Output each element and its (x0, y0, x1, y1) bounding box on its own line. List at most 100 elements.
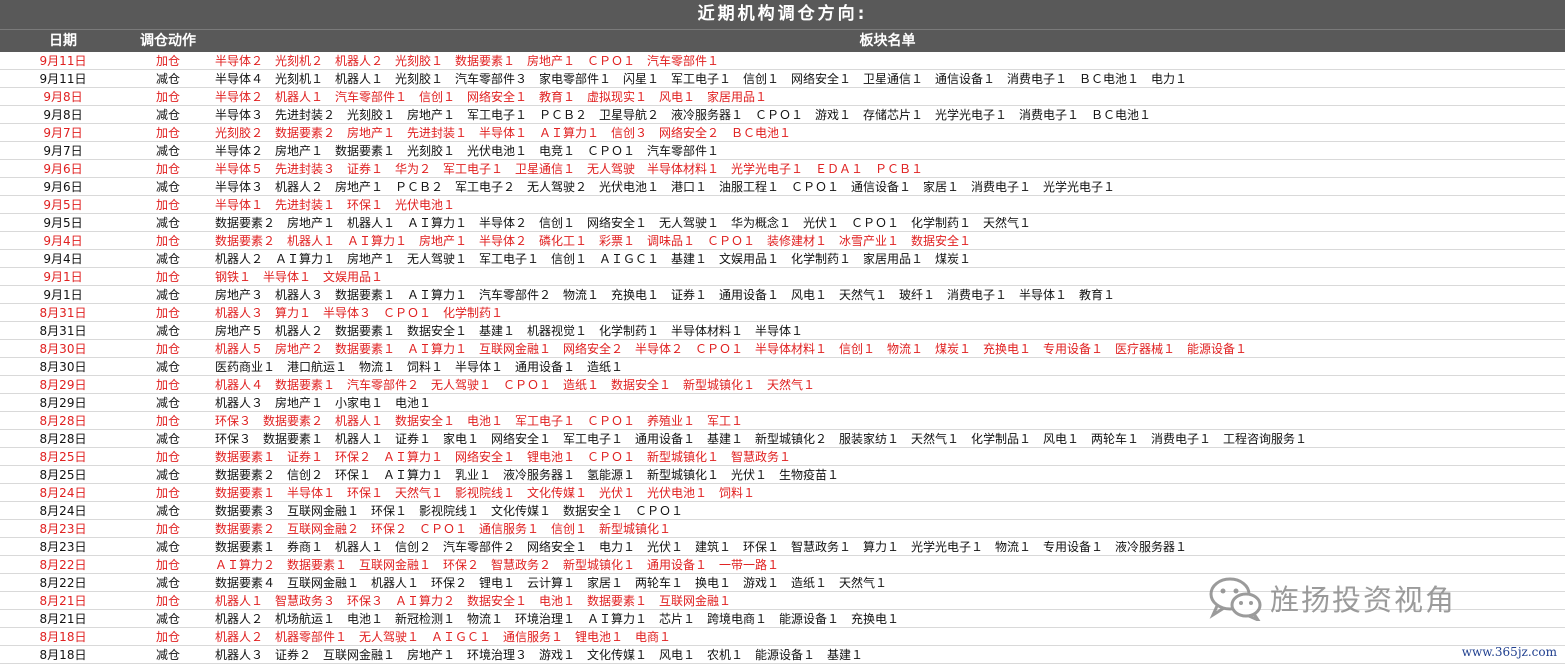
row-sectors: 数据要素２ 机器人１ ＡＩ算力１ 房地产１ 半导体２ 磷化工１ 彩票１ 调味品１… (215, 234, 972, 248)
row-action: 减仓 (155, 216, 180, 230)
row-action: 加仓 (155, 306, 180, 320)
table-row: 9月11日 加仓 半导体２ 光刻机２ 机器人２ 光刻胶１ 数据要素１ 房地产１ ＣＰ… (0, 52, 1565, 70)
table-row: 8月18日 加仓 机器人２ 机器零部件１ 无人驾驶１ ＡＩＧＣ１ 通信服务１ 锂电池… (0, 628, 1565, 646)
row-date: 9月5日 (43, 198, 83, 212)
row-action: 减仓 (155, 648, 180, 662)
row-sectors: 医药商业１ 港口航运１ 物流１ 饲料１ 半导体１ 通用设备１ 造纸１ (215, 360, 624, 374)
row-sectors: 环保３ 数据要素１ 机器人１ 证券１ 家电１ 网络安全１ 军工电子１ 通用设备１… (215, 432, 1308, 446)
row-date: 8月22日 (39, 558, 87, 572)
row-action: 加仓 (155, 270, 180, 284)
watermark-text: 旌扬投资视角 (1270, 583, 1457, 617)
row-sectors: 数据要素１ 证券１ 环保２ ＡＩ算力１ 网络安全１ 锂电池１ ＣＰＯ１ 新型城镇… (215, 450, 792, 464)
row-action: 加仓 (155, 342, 180, 356)
row-date: 8月23日 (39, 540, 87, 554)
row-sectors: 半导体２ 房地产１ 数据要素１ 光刻胶１ 光伏电池１ 电竞１ ＣＰＯ１ 汽车零部… (215, 144, 720, 158)
row-sectors: 机器人２ 机器零部件１ 无人驾驶１ ＡＩＧＣ１ 通信服务１ 锂电池１ 电商１ (215, 630, 672, 644)
row-sectors: 钢铁１ 半导体１ 文娱用品１ (215, 270, 384, 284)
row-sectors: 房地产５ 机器人２ 数据要素１ 数据安全１ 基建１ 机器视觉１ 化学制药１ 半导… (215, 324, 804, 338)
row-date: 8月22日 (39, 576, 87, 590)
row-action: 加仓 (155, 414, 180, 428)
row-action: 加仓 (155, 198, 180, 212)
row-action: 减仓 (155, 360, 180, 374)
row-sectors: 机器人２ ＡＩ算力１ 房地产１ 无人驾驶１ 军工电子１ 信创１ ＡＩＧＣ１ 基建… (215, 252, 972, 266)
row-action: 加仓 (155, 594, 180, 608)
row-action: 减仓 (155, 144, 180, 158)
table-row: 9月5日 减仓 数据要素２ 房地产１ 机器人１ ＡＩ算力１ 半导体２ 信创１ 网络安… (0, 214, 1565, 232)
row-sectors: 半导体５ 先进封装３ 证券１ 华为２ 军工电子１ 卫星通信１ 无人驾驶 半导体材… (215, 162, 924, 176)
row-date: 8月25日 (39, 468, 87, 482)
row-action: 加仓 (155, 522, 180, 536)
row-action: 加仓 (155, 90, 180, 104)
row-action: 减仓 (155, 324, 180, 338)
row-sectors: 机器人３ 房地产１ 小家电１ 电池１ (215, 396, 432, 410)
table-row: 9月7日 加仓 光刻胶２ 数据要素２ 房地产１ 先进封装１ 半导体１ ＡＩ算力１ 信… (0, 124, 1565, 142)
row-action: 加仓 (155, 126, 180, 140)
row-action: 减仓 (155, 504, 180, 518)
row-sectors: 半导体２ 光刻机２ 机器人２ 光刻胶１ 数据要素１ 房地产１ ＣＰＯ１ 汽车零部… (215, 54, 720, 68)
table-row: 9月4日 减仓 机器人２ ＡＩ算力１ 房地产１ 无人驾驶１ 军工电子１ 信创１ ＡＩ… (0, 250, 1565, 268)
table-row: 9月5日 加仓 半导体１ 先进封装１ 环保１ 光伏电池１ (0, 196, 1565, 214)
table-row: 9月8日 加仓 半导体２ 机器人１ 汽车零部件１ 信创１ 网络安全１ 教育１ 虚拟现… (0, 88, 1565, 106)
row-date: 8月24日 (39, 504, 87, 518)
table-row: 8月29日 减仓 机器人３ 房地产１ 小家电１ 电池１ (0, 394, 1565, 412)
table-row: 9月1日 减仓 房地产３ 机器人３ 数据要素１ ＡＩ算力１ 汽车零部件２ 物流１ 充… (0, 286, 1565, 304)
row-sectors: 半导体４ 光刻机１ 机器人１ 光刻胶１ 汽车零部件３ 家电零部件１ 闪星１ 军工… (215, 72, 1188, 86)
row-sectors: 数据要素２ 互联网金融２ 环保２ ＣＰＯ１ 通信服务１ 信创１ 新型城镇化１ (215, 522, 672, 536)
row-date: 8月23日 (39, 522, 87, 536)
watermark: 旌扬投资视角 (1208, 573, 1456, 623)
table-row: 8月22日 加仓 ＡＩ算力２ 数据要素１ 互联网金融１ 环保２ 智慧政务２ 新型城镇… (0, 556, 1565, 574)
header-action: 调仓动作 (140, 33, 196, 49)
table-row: 8月24日 加仓 数据要素１ 半导体１ 环保１ 天然气１ 影视院线１ 文化传媒１ 光… (0, 484, 1565, 502)
table-row: 8月25日 加仓 数据要素１ 证券１ 环保２ ＡＩ算力１ 网络安全１ 锂电池１ ＣＰ… (0, 448, 1565, 466)
row-date: 8月18日 (39, 648, 87, 662)
row-date: 9月4日 (43, 252, 83, 266)
table-row: 8月23日 减仓 数据要素１ 券商１ 机器人１ 信创２ 汽车零部件２ 网络安全１ 电… (0, 538, 1565, 556)
row-action: 减仓 (155, 252, 180, 266)
row-action: 减仓 (155, 396, 180, 410)
row-date: 9月1日 (43, 270, 83, 284)
row-date: 9月11日 (39, 54, 87, 68)
table-row: 8月24日 减仓 数据要素３ 互联网金融１ 环保１ 影视院线１ 文化传媒１ 数据安全… (0, 502, 1565, 520)
table-row: 9月11日 减仓 半导体４ 光刻机１ 机器人１ 光刻胶１ 汽车零部件３ 家电零部件１… (0, 70, 1565, 88)
row-date: 8月18日 (39, 630, 87, 644)
row-date: 8月30日 (39, 360, 87, 374)
row-sectors: 半导体３ 机器人２ 房地产１ ＰＣＢ２ 军工电子２ 无人驾驶２ 光伏电池１ 港口… (215, 180, 1116, 194)
table-row: 9月4日 加仓 数据要素２ 机器人１ ＡＩ算力１ 房地产１ 半导体２ 磷化工１ 彩票… (0, 232, 1565, 250)
row-date: 8月29日 (39, 396, 87, 410)
row-action: 减仓 (155, 108, 180, 122)
table-row: 9月7日 减仓 半导体２ 房地产１ 数据要素１ 光刻胶１ 光伏电池１ 电竞１ ＣＰＯ… (0, 142, 1565, 160)
header-date: 日期 (49, 33, 77, 49)
row-date: 8月30日 (39, 342, 87, 356)
row-date: 9月11日 (39, 72, 87, 86)
row-action: 加仓 (155, 162, 180, 176)
row-action: 减仓 (155, 288, 180, 302)
row-sectors: 机器人３ 证券２ 互联网金融１ 房地产１ 环境治理３ 游戏１ 文化传媒１ 风电１… (215, 648, 864, 662)
table-header: 日期 调仓动作 板块名单 (0, 29, 1565, 52)
row-date: 9月7日 (43, 126, 83, 140)
row-sectors: 环保３ 数据要素２ 机器人１ 数据安全１ 电池１ 军工电子１ ＣＰＯ１ 养殖业１… (215, 414, 744, 428)
row-action: 加仓 (155, 558, 180, 572)
row-sectors: 机器人４ 数据要素１ 汽车零部件２ 无人驾驶１ ＣＰＯ１ 造纸１ 数据安全１ 新… (215, 378, 816, 392)
row-date: 8月25日 (39, 450, 87, 464)
table-row: 9月6日 减仓 半导体３ 机器人２ 房地产１ ＰＣＢ２ 军工电子２ 无人驾驶２ 光伏… (0, 178, 1565, 196)
row-date: 8月28日 (39, 414, 87, 428)
row-action: 减仓 (155, 72, 180, 86)
header-sectors: 板块名单 (859, 33, 916, 49)
row-action: 减仓 (155, 540, 180, 554)
row-date: 9月8日 (43, 108, 83, 122)
wechat-icon (1209, 577, 1262, 621)
row-date: 9月6日 (43, 180, 83, 194)
row-action: 加仓 (155, 630, 180, 644)
table-row: 9月8日 减仓 半导体３ 先进封装２ 光刻胶１ 房地产１ 军工电子１ ＰＣＢ２ 卫星… (0, 106, 1565, 124)
row-sectors: 半导体２ 机器人１ 汽车零部件１ 信创１ 网络安全１ 教育１ 虚拟现实１ 风电１… (215, 90, 768, 104)
page-title: 近期机构调仓方向: (0, 0, 1565, 29)
row-sectors: ＡＩ算力２ 数据要素１ 互联网金融１ 环保２ 智慧政务２ 新型城镇化１ 通用设备… (215, 558, 780, 572)
row-action: 减仓 (155, 180, 180, 194)
row-action: 加仓 (155, 486, 180, 500)
row-action: 加仓 (155, 450, 180, 464)
row-action: 减仓 (155, 432, 180, 446)
table-row: 8月28日 加仓 环保３ 数据要素２ 机器人１ 数据安全１ 电池１ 军工电子１ ＣＰ… (0, 412, 1565, 430)
row-date: 9月1日 (43, 288, 83, 302)
row-action: 减仓 (155, 612, 180, 626)
row-date: 9月8日 (43, 90, 83, 104)
